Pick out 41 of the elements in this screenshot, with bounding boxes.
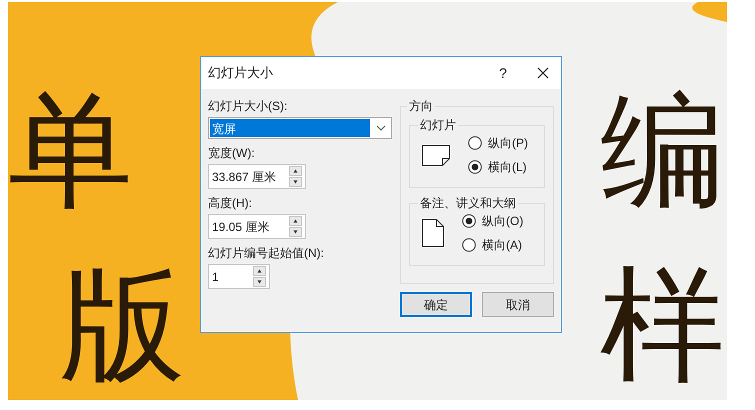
- slide-title-text: 编: [600, 88, 725, 218]
- spinner-field[interactable]: 33.867 厘米: [208, 164, 306, 189]
- slide-title-text: 样: [600, 262, 725, 392]
- cancel-button[interactable]: 取消: [482, 292, 554, 317]
- field-label: 高度(H):: [208, 195, 253, 212]
- radio-button[interactable]: [462, 214, 476, 228]
- radio-label[interactable]: 横向(L): [488, 158, 527, 176]
- radio-label[interactable]: 纵向(P): [488, 134, 528, 152]
- group-title: 方向: [408, 98, 434, 115]
- radio-button[interactable]: [468, 160, 482, 174]
- radio-label[interactable]: 横向(A): [482, 236, 522, 254]
- radio-label[interactable]: 纵向(O): [482, 212, 524, 230]
- slide-title-text: 版: [60, 262, 185, 392]
- text-input[interactable]: 33.867 厘米: [209, 165, 289, 188]
- spin-up-icon[interactable]: [289, 166, 302, 176]
- spin-down-icon[interactable]: [289, 177, 302, 187]
- dropdown-value: 宽屏: [210, 119, 370, 137]
- field-label: 幻灯片大小(S):: [208, 98, 288, 115]
- window-title: 幻灯片大小: [208, 64, 273, 82]
- spinner-field[interactable]: 1: [208, 264, 270, 289]
- close-icon[interactable]: [537, 67, 549, 79]
- group-title: 幻灯片: [419, 117, 457, 134]
- radio-button[interactable]: [462, 238, 476, 252]
- help-button[interactable]: ?: [491, 62, 515, 84]
- text-input[interactable]: 19.05 厘米: [209, 215, 289, 238]
- chevron-down-icon: [376, 125, 386, 131]
- radio-button[interactable]: [468, 136, 482, 150]
- spin-up-icon[interactable]: [253, 266, 266, 276]
- spin-up-icon[interactable]: [289, 216, 302, 226]
- field-label: 宽度(W):: [208, 145, 256, 162]
- field-label: 幻灯片编号起始值(N):: [208, 245, 325, 262]
- group-title: 备注、讲义和大纲: [419, 195, 517, 212]
- slide-title-text: 单: [8, 88, 133, 218]
- text-input[interactable]: 1: [209, 265, 253, 288]
- landscape-page-icon: [422, 144, 450, 166]
- spin-down-icon[interactable]: [253, 277, 266, 287]
- spinner-field[interactable]: 19.05 厘米: [208, 214, 306, 239]
- spin-down-icon[interactable]: [289, 227, 302, 237]
- slide-size-dropdown[interactable]: 宽屏: [208, 117, 392, 139]
- portrait-page-icon: [422, 219, 444, 247]
- ok-button[interactable]: 确定: [400, 292, 472, 317]
